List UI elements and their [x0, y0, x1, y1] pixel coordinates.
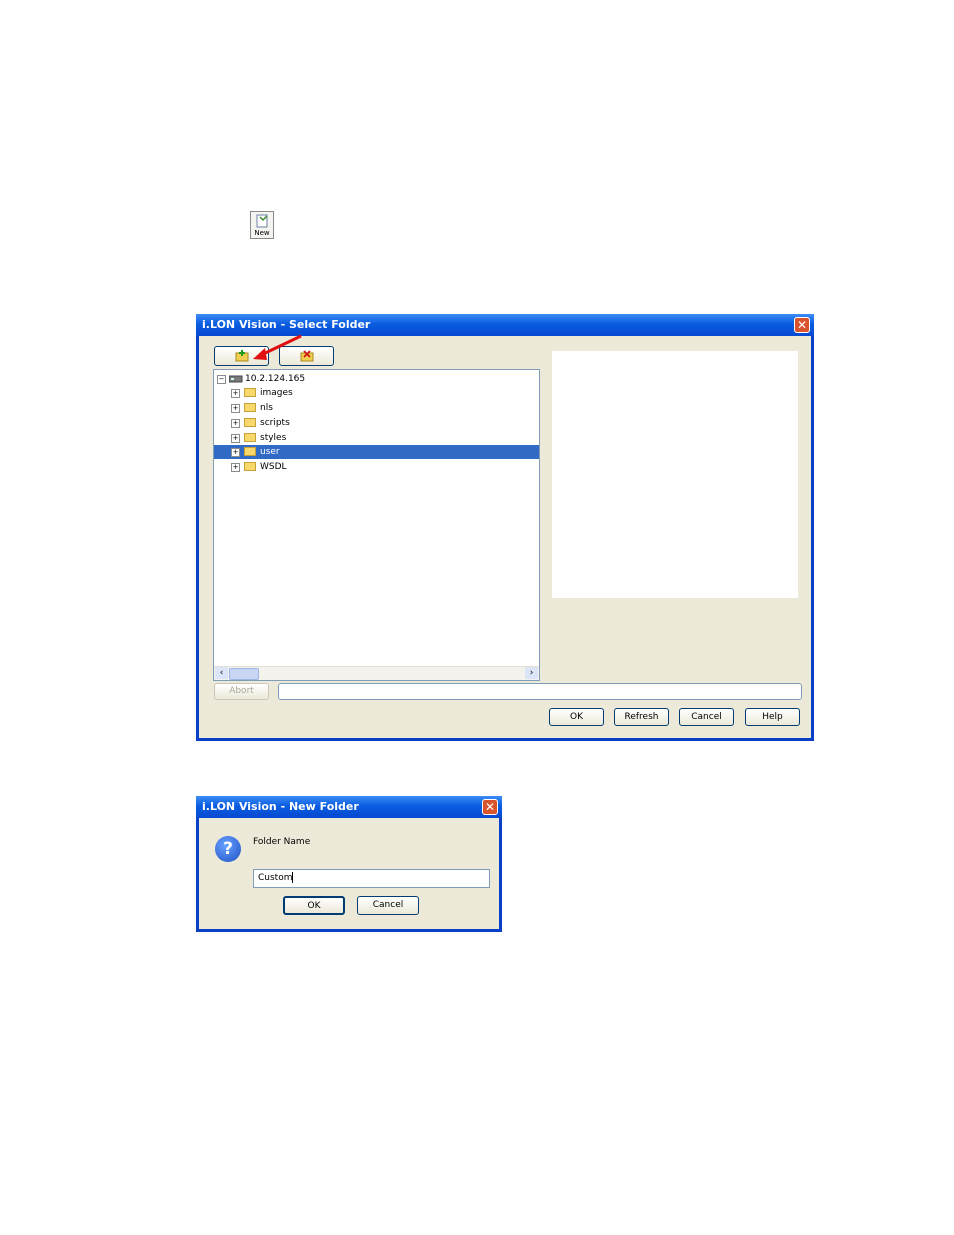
- tree-item-wsdl[interactable]: + WSDL: [214, 460, 539, 474]
- ok-button[interactable]: OK: [549, 708, 604, 726]
- tree-item-user[interactable]: + user: [214, 445, 539, 459]
- scroll-left-icon[interactable]: ‹: [215, 667, 228, 679]
- tree-item-label: styles: [260, 433, 287, 443]
- scroll-thumb[interactable]: [229, 668, 259, 680]
- folder-icon: [244, 388, 256, 397]
- status-field: [278, 683, 802, 700]
- tree-item-images[interactable]: + images: [214, 386, 539, 400]
- folder-tree[interactable]: − 10.2.124.165 + images + nls + scripts …: [213, 369, 540, 681]
- expand-icon[interactable]: +: [231, 434, 240, 443]
- folder-icon: [244, 403, 256, 412]
- collapse-icon[interactable]: −: [217, 375, 226, 384]
- tree-item-scripts[interactable]: + scripts: [214, 416, 539, 430]
- tree-root-label: 10.2.124.165: [245, 374, 306, 384]
- select-folder-title: i.LON Vision - Select Folder: [202, 318, 371, 331]
- tree-item-styles[interactable]: + styles: [214, 431, 539, 445]
- scroll-right-icon[interactable]: ›: [525, 667, 538, 679]
- tree-item-label: scripts: [260, 418, 290, 428]
- help-button[interactable]: Help: [745, 708, 800, 726]
- abort-button[interactable]: Abort: [214, 683, 269, 700]
- tree-item-label: nls: [260, 403, 273, 413]
- text-cursor: [292, 872, 294, 883]
- horizontal-scrollbar[interactable]: ‹ ›: [214, 666, 539, 680]
- annotation-arrow: [253, 334, 302, 360]
- new-toolbar-button[interactable]: New: [250, 211, 274, 239]
- expand-icon[interactable]: +: [231, 463, 240, 472]
- close-button[interactable]: ✕: [482, 799, 498, 815]
- folder-icon: [244, 462, 256, 471]
- tree-item-label: user: [260, 447, 280, 457]
- tree-item-nls[interactable]: + nls: [214, 401, 539, 415]
- server-icon: [229, 375, 243, 383]
- tree-root[interactable]: − 10.2.124.165: [214, 372, 539, 386]
- new-folder-title: i.LON Vision - New Folder: [202, 800, 359, 813]
- folder-name-value: Custom: [258, 873, 293, 883]
- select-folder-dialog: i.LON Vision - Select Folder ✕ − 10.2.12…: [196, 314, 814, 741]
- folder-name-label: Folder Name: [253, 837, 311, 847]
- tree-item-label: images: [260, 388, 293, 398]
- ok-button[interactable]: OK: [283, 896, 345, 915]
- folder-name-input[interactable]: Custom: [253, 869, 490, 888]
- folder-icon: [244, 433, 256, 442]
- refresh-button[interactable]: Refresh: [614, 708, 669, 726]
- cancel-button[interactable]: Cancel: [357, 896, 419, 915]
- expand-icon[interactable]: +: [231, 448, 240, 457]
- cancel-button[interactable]: Cancel: [679, 708, 734, 726]
- question-icon: ?: [215, 836, 241, 862]
- new-folder-icon: [235, 350, 248, 362]
- folder-icon: [244, 418, 256, 427]
- new-label: New: [254, 229, 270, 237]
- expand-icon[interactable]: +: [231, 404, 240, 413]
- tree-item-label: WSDL: [260, 462, 287, 472]
- close-button[interactable]: ✕: [794, 317, 810, 333]
- preview-pane: [552, 351, 798, 598]
- expand-icon[interactable]: +: [231, 389, 240, 398]
- folder-icon: [244, 447, 256, 456]
- expand-icon[interactable]: +: [231, 419, 240, 428]
- new-folder-dialog: i.LON Vision - New Folder ✕ ? Folder Nam…: [196, 796, 502, 932]
- new-folder-titlebar[interactable]: i.LON Vision - New Folder ✕: [196, 796, 502, 818]
